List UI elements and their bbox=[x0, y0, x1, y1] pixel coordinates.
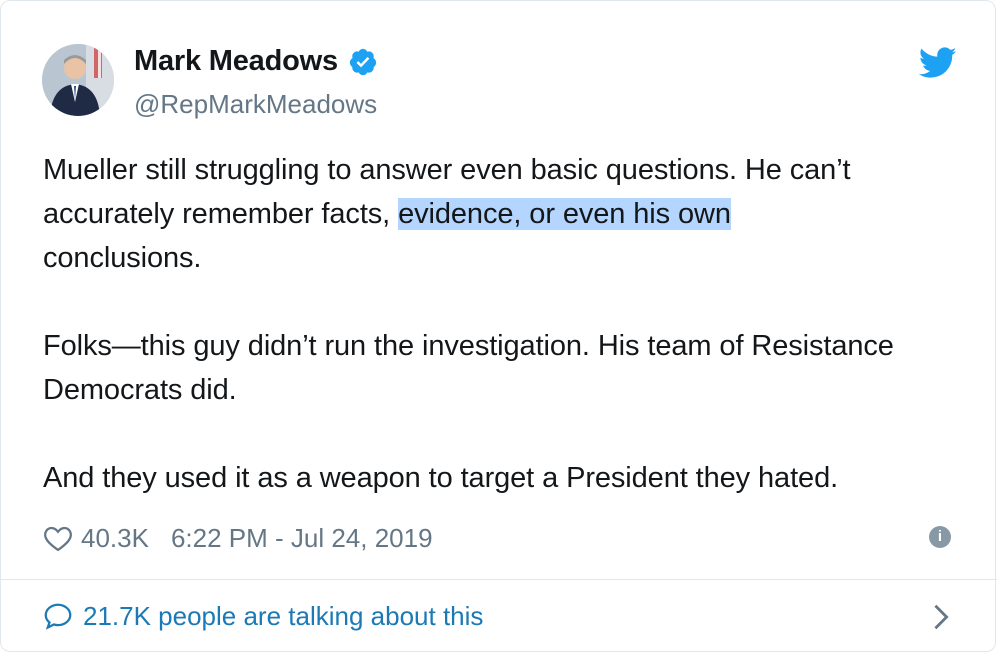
tweet-line-2-start: accurately remember facts, bbox=[43, 198, 399, 230]
tweet-paragraph-2: Folks—this guy didn’t run the investigat… bbox=[43, 330, 894, 406]
tweet-text: Mueller still struggling to answer even … bbox=[43, 148, 963, 500]
conversation-link[interactable]: 21.7K people are talking about this bbox=[43, 598, 483, 634]
tweet-paragraph-1: Mueller still struggling to answer even … bbox=[43, 148, 963, 280]
tweet-meta: 40.3K 6:22 PM - Jul 24, 2019 bbox=[43, 520, 433, 556]
like-count[interactable]: 40.3K bbox=[81, 523, 149, 554]
speech-bubble-icon bbox=[44, 603, 72, 630]
conversation-text[interactable]: 21.7K people are talking about this bbox=[83, 601, 483, 632]
timestamp[interactable]: 6:22 PM - Jul 24, 2019 bbox=[171, 523, 433, 554]
tweet-line-3: conclusions. bbox=[43, 242, 202, 274]
tweet-card: Mark Meadows @RepMarkMeadows Mueller sti… bbox=[0, 0, 997, 652]
author-name[interactable]: Mark Meadows bbox=[134, 45, 378, 78]
tweet-paragraph-3: And they used it as a weapon to target a… bbox=[43, 462, 839, 494]
chevron-right-icon[interactable] bbox=[931, 603, 951, 631]
author-handle[interactable]: @RepMarkMeadows bbox=[134, 89, 377, 120]
tweet-line-1: Mueller still struggling to answer even … bbox=[43, 154, 851, 186]
divider bbox=[1, 579, 997, 580]
author-name-text[interactable]: Mark Meadows bbox=[134, 45, 338, 78]
twitter-bird-icon[interactable] bbox=[919, 47, 957, 79]
heart-icon[interactable] bbox=[43, 524, 73, 552]
profile-photo-icon bbox=[42, 44, 114, 116]
selected-text-highlight: evidence, or even his own bbox=[398, 198, 731, 230]
avatar[interactable] bbox=[42, 44, 114, 116]
verified-badge-icon bbox=[349, 48, 377, 75]
info-icon[interactable]: i bbox=[929, 526, 951, 548]
